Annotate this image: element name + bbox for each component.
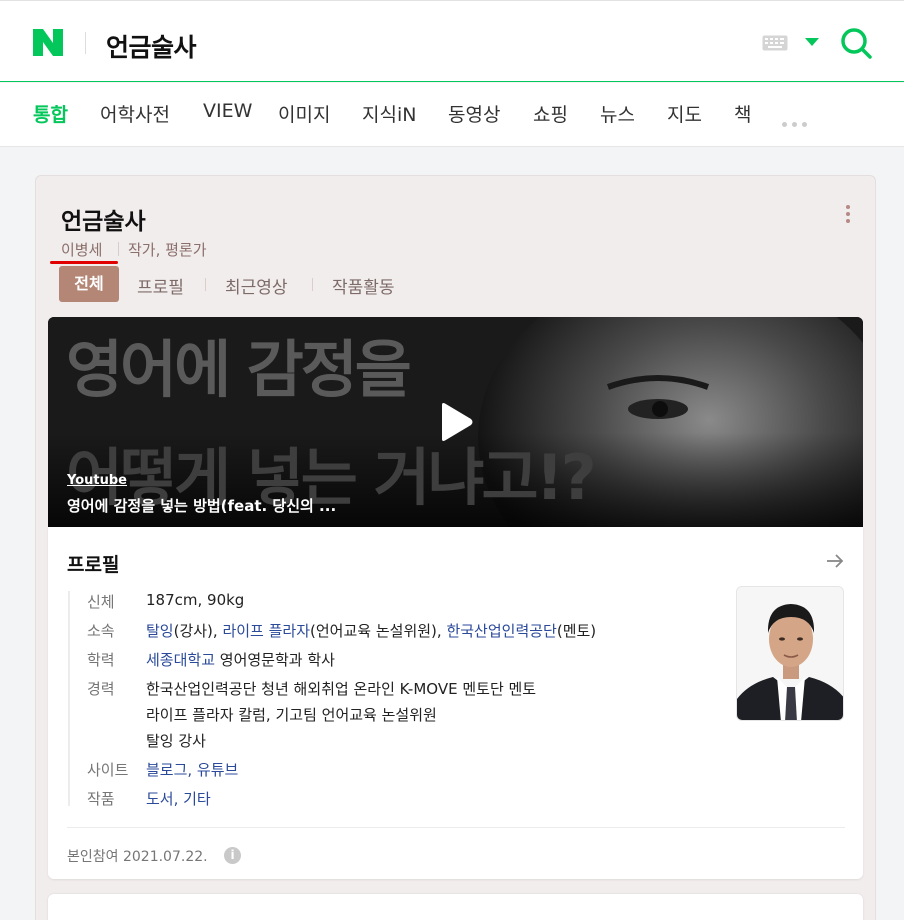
profile-divider [67, 827, 845, 828]
affiliation-label: 소속 [87, 622, 115, 640]
tab-books[interactable]: 책 [734, 100, 751, 127]
person-name-link[interactable]: 이병세 [61, 239, 102, 260]
education-text: 영어영문학과 학사 [215, 651, 335, 669]
affiliation-link[interactable]: 한국산업인력공단 [446, 622, 556, 640]
affiliation-text: (멘토) [556, 622, 597, 640]
next-card [48, 894, 863, 920]
tab-map[interactable]: 지도 [667, 100, 702, 127]
card-title: 언금술사 [61, 209, 146, 235]
header-divider [85, 32, 86, 54]
affiliation-text: (언어교육 논설위원), [310, 622, 447, 640]
name-separator [118, 242, 119, 256]
search-tabs: 통합 어학사전 VIEW 이미지 지식iN 동영상 쇼핑 뉴스 지도 책 [0, 83, 904, 147]
subtab-separator [205, 278, 206, 291]
tab-knowledge-in[interactable]: 지식iN [362, 100, 416, 127]
header: 언금술사 [0, 0, 904, 82]
keyboard-icon[interactable] [762, 35, 788, 51]
tab-integrated[interactable]: 통합 [33, 100, 68, 127]
subtab-works[interactable]: 작품활동 [332, 273, 395, 298]
search-icon[interactable] [840, 27, 872, 59]
education-value: 세종대학교 영어영문학과 학사 [146, 649, 335, 670]
education-link[interactable]: 세종대학교 [146, 651, 215, 669]
profile-photo[interactable] [736, 586, 844, 721]
video-thumbnail[interactable]: 영어에 감정을 어떻게 넣는 거냐고!? Youtube 영어에 감정을 넣는 … [48, 317, 863, 527]
career-line: 한국산업인력공단 청년 해외취업 온라인 K-MOVE 멘토단 멘토 [146, 680, 537, 698]
more-tabs-icon[interactable] [782, 112, 812, 131]
person-card: 언금술사 이병세 작가, 평론가 전체 프로필 최근영상 작품활동 영어에 감정… [35, 175, 876, 920]
dropdown-caret-icon[interactable] [805, 38, 819, 46]
profile-heading: 프로필 [67, 554, 120, 576]
tab-shopping[interactable]: 쇼핑 [533, 100, 568, 127]
subtab-profile[interactable]: 프로필 [137, 273, 184, 298]
tab-video[interactable]: 동영상 [448, 100, 500, 127]
naver-logo[interactable] [33, 29, 63, 56]
annotation-underline [50, 261, 118, 264]
site-label: 사이트 [87, 761, 129, 779]
video-overlay-text: 영어에 감정을 [66, 333, 412, 406]
body-label: 신체 [87, 593, 115, 611]
tab-images[interactable]: 이미지 [278, 100, 330, 127]
career-line: 탈잉 강사 [146, 732, 206, 750]
career-label: 경력 [87, 680, 115, 698]
subtab-all[interactable]: 전체 [59, 266, 119, 302]
self-participation-date: 본인참여 2021.07.22. [67, 849, 208, 865]
affiliation-text: (강사), [173, 622, 223, 640]
works-links[interactable]: 도서, 기타 [146, 788, 211, 809]
career-line: 라이프 플라자 칼럼, 기고팀 언어교육 논설위원 [146, 706, 437, 724]
person-description: 작가, 평론가 [128, 241, 207, 259]
affiliation-value: 탈잉(강사), 라이프 플라자(언어교육 논설위원), 한국산업인력공단(멘토) [146, 620, 596, 641]
works-label: 작품 [87, 790, 115, 808]
site-links[interactable]: 블로그, 유튜브 [146, 759, 238, 780]
profile-rule [68, 591, 70, 806]
arrow-right-icon[interactable] [825, 551, 845, 571]
tab-view[interactable]: VIEW [203, 100, 252, 122]
video-title[interactable]: 영어에 감정을 넣는 방법(feat. 당신의 ... [67, 495, 336, 516]
body-value: 187cm, 90kg [146, 591, 245, 609]
tab-news[interactable]: 뉴스 [600, 100, 635, 127]
profile-panel: 프로필 신체 187cm, 90kg 소속 탈잉(강사), 라이프 플라자(언어… [48, 527, 863, 879]
subtab-recent-videos[interactable]: 최근영상 [225, 273, 288, 298]
video-source[interactable]: Youtube [67, 473, 127, 488]
play-icon[interactable] [434, 401, 476, 443]
person-portrait [737, 587, 843, 720]
info-icon[interactable]: i [224, 847, 241, 864]
affiliation-link[interactable]: 라이프 플라자 [222, 622, 310, 640]
education-label: 학력 [87, 651, 115, 669]
more-options-icon[interactable] [846, 205, 850, 226]
subtab-separator [312, 278, 313, 291]
tab-dictionary[interactable]: 어학사전 [100, 100, 170, 127]
affiliation-link[interactable]: 탈잉 [146, 622, 174, 640]
search-query[interactable]: 언금술사 [106, 28, 197, 64]
